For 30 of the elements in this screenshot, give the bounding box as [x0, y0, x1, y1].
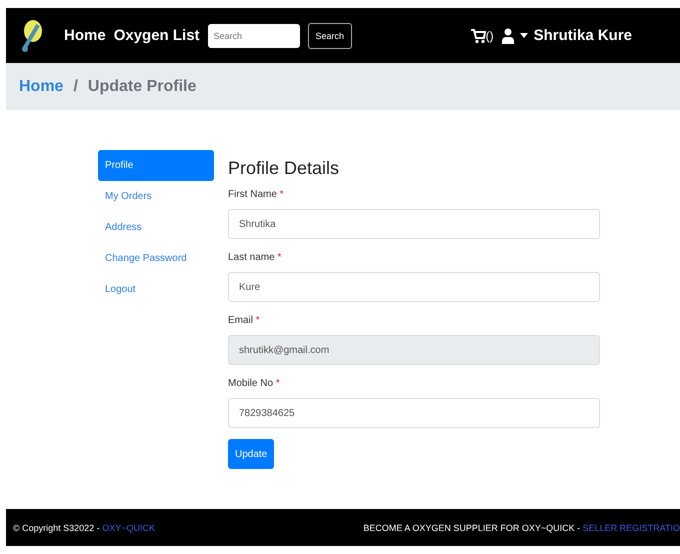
breadcrumb-item: Update Profile	[88, 78, 196, 96]
input-field[interactable]: 7829384625	[228, 398, 600, 428]
nav-link[interactable]: Oxygen List	[114, 27, 200, 44]
search-field[interactable]: Search	[208, 24, 300, 48]
user-icon[interactable]	[502, 28, 514, 44]
input-field[interactable]: Shrutika	[228, 209, 600, 239]
copyright-text: © Copyright S32022 - OXY~QUICK	[13, 522, 155, 532]
logo-icon[interactable]	[20, 18, 44, 52]
seller-registration-link[interactable]: SELLER REGISTRATIO	[582, 522, 680, 532]
sidebar-item[interactable]: Change Password	[98, 243, 214, 274]
sidebar-item[interactable]: Profile	[98, 150, 214, 181]
update-button[interactable]: Update	[228, 439, 274, 469]
breadcrumb-link[interactable]: Home	[19, 78, 64, 96]
sidebar-item[interactable]: Logout	[98, 274, 214, 305]
cart-link[interactable]: ()	[470, 28, 494, 44]
field-label: Mobile No *	[228, 378, 281, 389]
sidebar-item[interactable]: Address	[98, 212, 214, 243]
user-name[interactable]: Shrutika Kure	[534, 27, 632, 44]
sidebar-item[interactable]: My Orders	[98, 181, 214, 212]
field-label: First Name *	[228, 189, 285, 200]
nav-link[interactable]: Home	[64, 27, 106, 44]
field-label: Email *	[228, 315, 261, 326]
form-title: Profile Details	[228, 158, 340, 179]
breadcrumb-item: /	[73, 78, 78, 96]
brand-link[interactable]: OXY~QUICK	[102, 522, 155, 532]
search-button[interactable]: Search	[308, 22, 352, 48]
input-field[interactable]: Kure	[228, 272, 600, 302]
supplier-text: BECOME A OXYGEN SUPPLIER FOR OXY~QUICK - SELLER REGISTRATIO	[363, 522, 680, 532]
field-label: Last name *	[228, 252, 282, 263]
caret-icon[interactable]	[520, 32, 528, 38]
